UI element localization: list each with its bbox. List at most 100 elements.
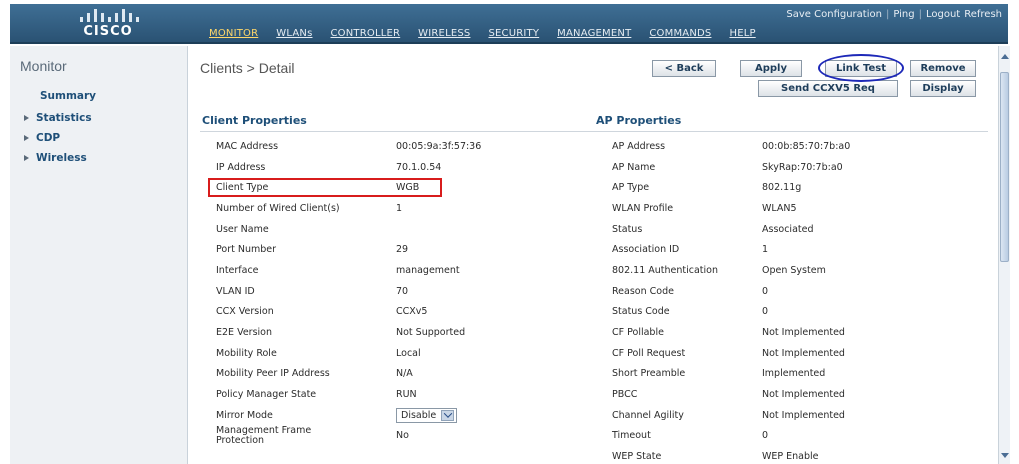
scroll-down-arrow-icon[interactable] [1001, 453, 1009, 458]
sidebar: Monitor Summary Statistics CDP Wireless [10, 46, 188, 464]
property-label: CF Pollable [612, 327, 664, 339]
table-row: Port Number 29 [216, 239, 596, 260]
cisco-logo: CISCO [74, 8, 140, 40]
sidebar-item-wireless[interactable]: Wireless [24, 148, 92, 168]
sidebar-item-label: Statistics [36, 112, 92, 124]
section-divider [200, 131, 988, 132]
vertical-scrollbar[interactable] [998, 46, 1010, 464]
nav-management[interactable]: MANAGEMENT [548, 28, 640, 39]
nav-monitor[interactable]: MONITOR [200, 28, 267, 39]
property-value: WEP Enable [762, 451, 819, 463]
table-row: AP Type 802.11g [612, 177, 962, 198]
property-value: Open System [762, 264, 826, 276]
property-label: Channel Agility [612, 409, 684, 421]
property-label: Association ID [612, 244, 680, 256]
ap-properties-table: AP Address 00:0b:85:70:7b:a0 AP Name SkyRa… [612, 136, 962, 464]
sidebar-item-statistics[interactable]: Statistics [24, 108, 92, 128]
table-row: CF Poll Request Not Implemented [612, 343, 962, 364]
sidebar-item-label: CDP [36, 132, 61, 144]
property-label: MAC Address [216, 140, 279, 152]
ping-link[interactable]: Ping [893, 9, 914, 20]
table-row: Reason Code 0 [612, 281, 962, 302]
apply-button[interactable]: Apply [740, 60, 802, 77]
property-label: PBCC [612, 389, 638, 401]
property-label: WEP State [612, 451, 662, 463]
logo-text: CISCO [83, 24, 133, 39]
table-row: 802.11 Authentication Open System [612, 260, 962, 281]
property-value: Not Supported [396, 327, 466, 339]
table-row: PBCC Not Implemented [612, 384, 962, 405]
property-label: Number of Wired Client(s) [216, 202, 340, 214]
link-test-button[interactable]: Link Test [825, 60, 897, 77]
property-label: Status Code [612, 306, 670, 318]
property-value: 29 [396, 244, 409, 256]
property-value: RUN [396, 389, 417, 401]
table-row: Mirror Mode Disable [216, 405, 596, 426]
chevron-down-icon [441, 409, 455, 421]
property-value: Not Implemented [762, 409, 845, 421]
property-label: Timeout [612, 430, 651, 442]
property-value: N/A [396, 368, 413, 380]
table-row: Mobility Role Local [216, 343, 596, 364]
property-value: WGB [396, 182, 420, 194]
property-value: 00:05:9a:3f:57:36 [396, 140, 482, 152]
property-label: IP Address [216, 161, 266, 173]
table-row: Status Associated [612, 219, 962, 240]
property-value: No [396, 429, 409, 441]
send-ccxv5-request-button[interactable]: Send CCXV5 Req [758, 80, 898, 97]
client-properties-table: MAC Address 00:05:9a:3f:57:36 IP Address 7… [216, 136, 596, 446]
sidebar-item-summary[interactable]: Summary [40, 90, 96, 102]
property-value: 802.11g [762, 182, 802, 194]
scrollbar-thumb[interactable] [1000, 72, 1009, 262]
nav-commands[interactable]: COMMANDS [640, 28, 720, 39]
cisco-logo-bars-icon [76, 8, 139, 22]
display-button[interactable]: Display [910, 80, 976, 97]
table-row: Mobility Peer IP Address N/A [216, 364, 596, 385]
property-label: Status [612, 223, 643, 235]
table-row: AP Address 00:0b:85:70:7b:a0 [612, 136, 962, 157]
scroll-up-arrow-icon[interactable] [1001, 54, 1009, 59]
property-label: Mobility Peer IP Address [216, 368, 330, 380]
table-row: MAC Address 00:05:9a:3f:57:36 [216, 136, 596, 157]
property-value: 70.1.0.54 [396, 161, 442, 173]
nav-wlans[interactable]: WLANs [267, 28, 321, 39]
property-value: CCXv5 [396, 306, 428, 318]
property-label: Reason Code [612, 285, 674, 297]
property-label: VLAN ID [216, 285, 255, 297]
table-row: Channel Agility Not Implemented [612, 405, 962, 426]
property-value: management [396, 264, 460, 276]
table-row: CCX Version CCXv5 [216, 302, 596, 323]
property-value: 0 [762, 306, 769, 318]
nav-security[interactable]: SECURITY [479, 28, 548, 39]
property-label: E2E Version [216, 327, 273, 339]
logout-link[interactable]: Logout [926, 9, 960, 20]
table-row: E2E Version Not Supported [216, 322, 596, 343]
main-nav: MONITOR WLANs CONTROLLER WIRELESS SECURI… [200, 28, 765, 39]
nav-wireless[interactable]: WIRELESS [409, 28, 479, 39]
table-row: Short Preamble Implemented [612, 364, 962, 385]
sidebar-title: Monitor [20, 58, 67, 74]
nav-help[interactable]: HELP [720, 28, 764, 39]
back-button[interactable]: < Back [652, 60, 716, 77]
property-value: 00:0b:85:70:7b:a0 [762, 140, 851, 152]
property-value: Not Implemented [762, 347, 845, 359]
remove-button[interactable]: Remove [910, 60, 976, 77]
nav-controller[interactable]: CONTROLLER [322, 28, 410, 39]
property-value: Associated [762, 223, 814, 235]
mirror-mode-select[interactable]: Disable [396, 407, 458, 423]
sidebar-item-cdp[interactable]: CDP [24, 128, 92, 148]
ap-properties-heading: AP Properties [596, 114, 682, 127]
table-row: WEP State WEP Enable [612, 446, 962, 464]
property-label: Port Number [216, 244, 277, 256]
table-row: Client Type WGB [216, 177, 596, 198]
save-configuration-link[interactable]: Save Configuration [786, 9, 882, 20]
property-value: SkyRap:70:7b:a0 [762, 161, 843, 173]
expand-triangle-icon [24, 135, 29, 141]
refresh-link[interactable]: Refresh [964, 9, 1002, 20]
property-value: Disable [396, 407, 596, 423]
property-value: 70 [396, 285, 409, 297]
property-value: 0 [762, 430, 769, 442]
separator: | [918, 9, 922, 20]
table-row: Management Frame Protection No [216, 425, 596, 447]
table-row: AP Name SkyRap:70:7b:a0 [612, 157, 962, 178]
